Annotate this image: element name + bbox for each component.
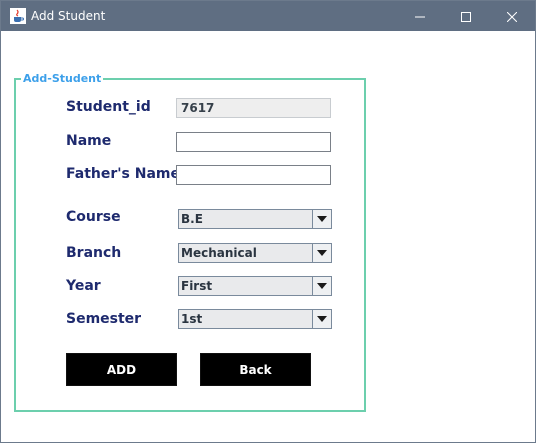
fathers-name-field[interactable] [176,165,331,185]
student-id-field: 7617 [176,98,331,118]
chevron-down-icon[interactable] [312,244,331,262]
minimize-icon [415,7,425,26]
name-label: Name [66,133,112,149]
semester-label: Semester [66,311,142,327]
client-area: Add-Student Student_id 7617 Name Father'… [1,31,535,442]
chevron-down-icon[interactable] [312,210,331,228]
minimize-button[interactable] [397,1,443,31]
semester-selected: 1st [181,312,203,326]
chevron-down-icon[interactable] [312,310,331,328]
add-student-window: Add Student Add-Student Student_id 7617 … [0,0,536,443]
title-bar[interactable]: Add Student [1,1,535,31]
course-selected: B.E [181,212,203,226]
year-label: Year [66,278,101,294]
course-label: Course [66,209,121,225]
branch-dropdown[interactable]: Mechanical [178,243,332,263]
chevron-down-icon[interactable] [312,277,331,295]
maximize-icon [461,7,471,26]
semester-dropdown[interactable]: 1st [178,309,332,329]
window-title: Add Student [31,9,106,23]
add-button[interactable]: ADD [66,353,177,386]
branch-label: Branch [66,245,122,261]
close-button[interactable] [489,1,535,31]
maximize-button[interactable] [443,1,489,31]
name-field[interactable] [176,132,331,152]
year-selected: First [181,279,213,293]
close-icon [506,7,518,26]
group-legend: Add-Student [21,72,104,86]
java-cup-icon [10,8,26,24]
branch-selected: Mechanical [181,246,257,260]
student-id-label: Student_id [66,99,151,115]
course-dropdown[interactable]: B.E [178,209,332,229]
fathers-name-label: Father's Name [66,166,180,182]
back-button[interactable]: Back [200,353,311,386]
year-dropdown[interactable]: First [178,276,332,296]
